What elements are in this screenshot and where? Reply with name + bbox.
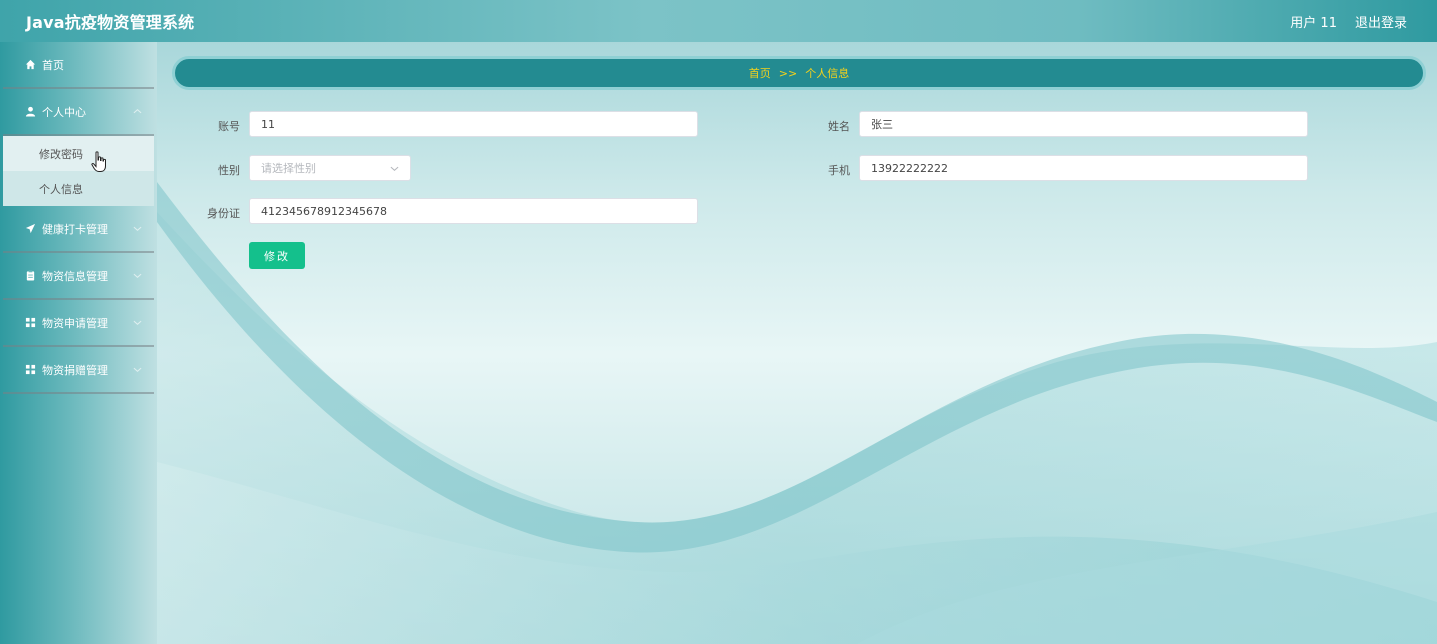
- account-input[interactable]: 11: [249, 111, 698, 137]
- sidebar-item-supply-application[interactable]: 物资申请管理: [3, 300, 154, 347]
- sidebar-item-personal-center[interactable]: 个人中心: [3, 89, 154, 136]
- main-content: 首页 >> 个人信息 账号 11 姓名 张三 性别 请选择性别 手机 13922…: [157, 42, 1437, 644]
- chevron-up-icon: [133, 108, 142, 114]
- chevron-down-icon: [133, 273, 142, 279]
- current-user-label[interactable]: 用户 11: [1290, 12, 1337, 31]
- sidebar-item-label: 首页: [42, 58, 64, 72]
- header-user-area: 用户 11 退出登录: [1290, 12, 1407, 31]
- gender-label: 性别: [218, 164, 240, 177]
- sidebar-item-supply-info[interactable]: 物资信息管理: [3, 253, 154, 300]
- user-icon: [25, 106, 36, 117]
- grid-icon: [25, 364, 36, 375]
- phone-input[interactable]: 13922222222: [859, 155, 1308, 181]
- send-icon: [25, 223, 36, 234]
- sidebar-subitem-change-password[interactable]: 修改密码: [3, 136, 154, 171]
- sidebar-item-label: 物资捐赠管理: [42, 363, 108, 377]
- sidebar-item-supply-donation[interactable]: 物资捐赠管理: [3, 347, 154, 394]
- breadcrumb: 首页 >> 个人信息: [172, 56, 1426, 90]
- logout-link[interactable]: 退出登录: [1355, 12, 1407, 31]
- name-label: 姓名: [828, 120, 850, 133]
- account-label: 账号: [218, 120, 240, 133]
- breadcrumb-separator: >>: [778, 66, 798, 80]
- gender-select-placeholder: 请选择性别: [261, 162, 316, 175]
- chevron-down-icon: [390, 166, 399, 171]
- id-card-input[interactable]: 412345678912345678: [249, 198, 698, 224]
- chevron-down-icon: [133, 367, 142, 373]
- gender-select[interactable]: 请选择性别: [249, 155, 411, 181]
- sidebar-item-health-checkin[interactable]: 健康打卡管理: [3, 206, 154, 253]
- sidebar-item-label: 物资申请管理: [42, 316, 108, 330]
- sidebar-subitem-personal-info[interactable]: 个人信息: [3, 171, 154, 206]
- id-card-label: 身份证: [207, 207, 240, 220]
- submit-button[interactable]: 修改: [249, 242, 305, 269]
- chevron-down-icon: [133, 226, 142, 232]
- sidebar: 首页 个人中心 修改密码 个人信息 健康打卡管理 物资信息管理 物资申请管理 物…: [0, 42, 157, 644]
- top-header: Java抗疫物资管理系统 用户 11 退出登录: [0, 0, 1437, 42]
- personal-center-submenu: 修改密码 个人信息: [3, 136, 154, 206]
- chevron-down-icon: [133, 320, 142, 326]
- app-title: Java抗疫物资管理系统: [26, 13, 195, 32]
- sidebar-item-home[interactable]: 首页: [3, 42, 154, 89]
- phone-label: 手机: [828, 164, 850, 177]
- sidebar-item-label: 物资信息管理: [42, 269, 108, 283]
- sidebar-item-label: 个人中心: [42, 105, 86, 119]
- breadcrumb-current: 个人信息: [805, 67, 850, 80]
- name-input[interactable]: 张三: [859, 111, 1308, 137]
- hand-cursor-icon: [91, 151, 106, 172]
- home-icon: [25, 59, 36, 70]
- sidebar-item-label: 健康打卡管理: [42, 222, 108, 236]
- clipboard-icon: [25, 270, 36, 281]
- breadcrumb-home[interactable]: 首页: [749, 65, 771, 81]
- grid-icon: [25, 317, 36, 328]
